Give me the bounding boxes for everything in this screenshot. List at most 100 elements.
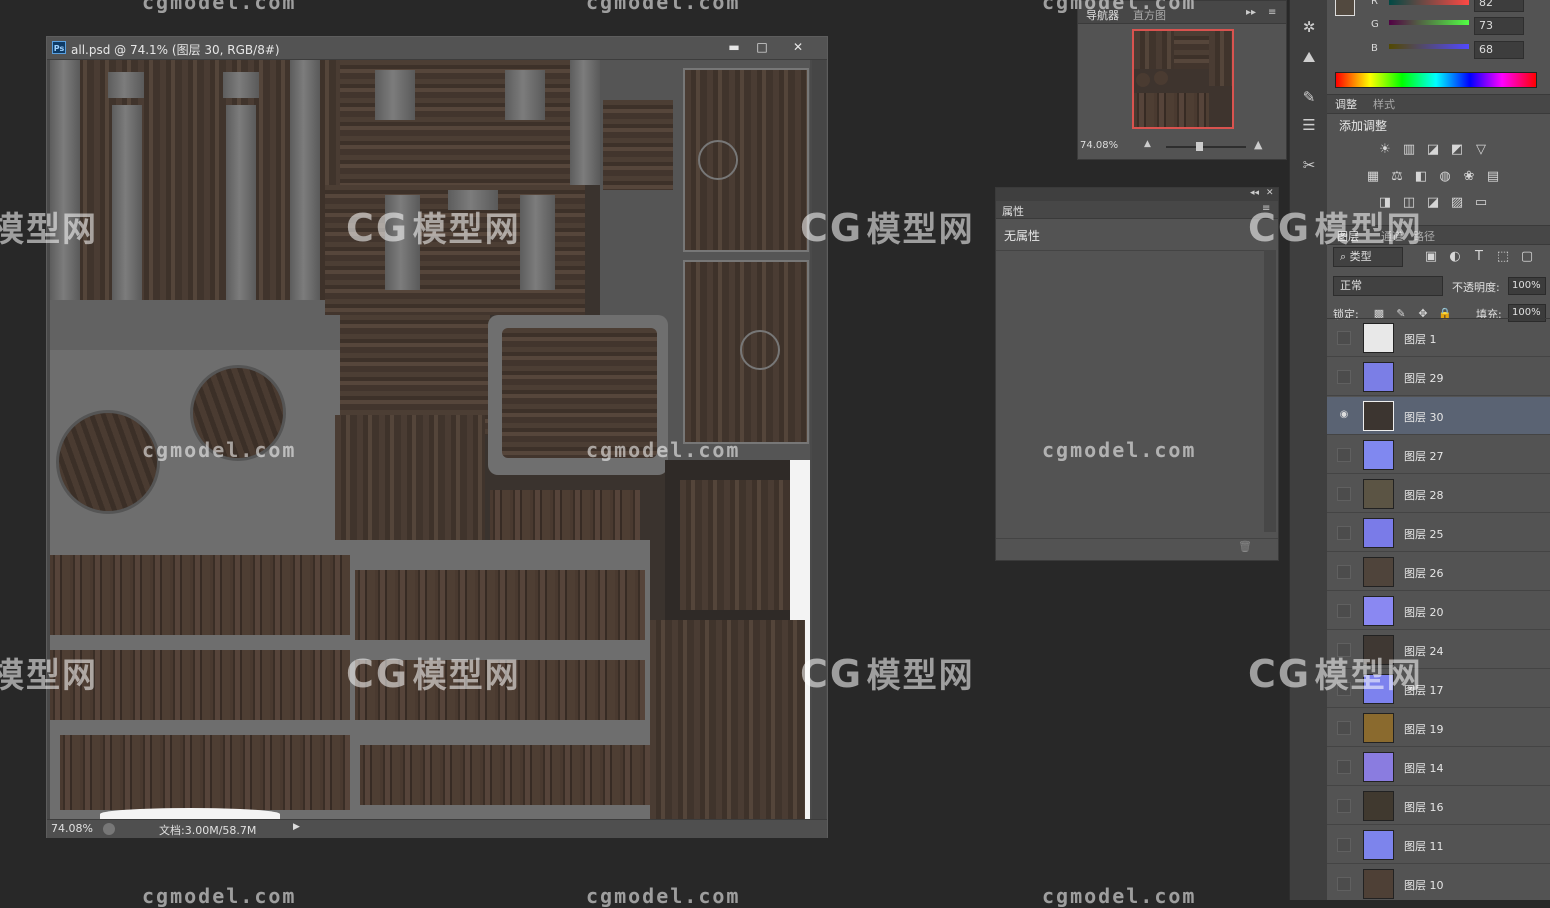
hue-saturation-icon[interactable]: ▦ <box>1365 170 1381 184</box>
visibility-toggle-icon[interactable] <box>1337 565 1351 579</box>
blue-value[interactable]: 68 <box>1474 41 1524 59</box>
layer-name[interactable]: 图层 19 <box>1404 721 1444 737</box>
selective-color-icon[interactable]: ▭ <box>1473 196 1489 210</box>
layer-name[interactable]: 图层 26 <box>1404 565 1444 581</box>
black-white-icon[interactable]: ◧ <box>1413 170 1429 184</box>
red-value[interactable]: 82 <box>1474 0 1524 12</box>
layer-row[interactable]: 图层 27 <box>1327 436 1550 474</box>
foreground-color-swatch[interactable] <box>1335 0 1355 16</box>
layer-row[interactable]: 图层 1 <box>1327 319 1550 357</box>
levels-icon[interactable]: ▥ <box>1401 143 1417 157</box>
document-window[interactable]: Ps all.psd @ 74.1% (图层 30, RGB/8#) ▬ □ ✕ <box>46 36 828 838</box>
layer-thumbnail[interactable] <box>1363 791 1394 821</box>
visibility-toggle-icon[interactable] <box>1337 370 1351 384</box>
layer-thumbnail[interactable] <box>1363 518 1394 548</box>
filter-pixel-icon[interactable]: ▣ <box>1423 250 1439 264</box>
layer-thumbnail[interactable] <box>1363 440 1394 470</box>
tab-navigator[interactable]: 导航器 <box>1086 7 1119 23</box>
curves-icon[interactable]: ◪ <box>1425 143 1441 157</box>
status-arrow-icon[interactable]: ▶ <box>293 822 300 832</box>
navigator-zoom[interactable]: 74.08% <box>1080 140 1118 151</box>
properties-panel[interactable]: ◂◂ ✕ 属性 ≡ 无属性 🗑 <box>995 187 1279 561</box>
trash-icon[interactable]: 🗑 <box>1238 540 1252 553</box>
layer-name[interactable]: 图层 30 <box>1404 409 1444 425</box>
navigator-preview[interactable] <box>1132 29 1234 129</box>
tab-properties[interactable]: 属性 <box>1002 203 1024 219</box>
texture-canvas[interactable] <box>50 60 810 820</box>
layer-thumbnail[interactable] <box>1363 362 1394 392</box>
layer-row[interactable]: 图层 11 <box>1327 826 1550 864</box>
zoom-slider[interactable] <box>1166 146 1246 148</box>
layer-row[interactable]: 图层 20 <box>1327 592 1550 630</box>
layer-name[interactable]: 图层 29 <box>1404 370 1444 386</box>
visibility-toggle-icon[interactable] <box>1337 799 1351 813</box>
visibility-toggle-icon[interactable] <box>1337 838 1351 852</box>
blue-slider[interactable] <box>1389 44 1469 49</box>
red-slider[interactable] <box>1389 0 1469 5</box>
layer-thumbnail[interactable] <box>1363 596 1394 626</box>
filter-adjustment-icon[interactable]: ◐ <box>1447 250 1463 264</box>
vertical-scrollbar[interactable] <box>812 60 826 820</box>
layer-row[interactable]: 图层 29 <box>1327 358 1550 396</box>
color-wheel-icon[interactable]: ✲ <box>1300 18 1318 36</box>
layer-thumbnail[interactable] <box>1363 713 1394 743</box>
layer-thumbnail[interactable] <box>1363 869 1394 899</box>
filter-text-icon[interactable]: T <box>1471 250 1487 264</box>
exposure-icon[interactable]: ◩ <box>1449 143 1465 157</box>
histogram-icon[interactable]: ⛰ <box>1300 48 1318 66</box>
layer-row[interactable]: 图层 16 <box>1327 787 1550 825</box>
panel-menu-icon[interactable]: ≡ <box>1268 7 1276 18</box>
visibility-toggle-icon[interactable] <box>1337 526 1351 540</box>
layer-row[interactable]: 图层 28 <box>1327 475 1550 513</box>
gradient-map-icon[interactable]: ▨ <box>1449 196 1465 210</box>
visibility-toggle-icon[interactable] <box>1337 721 1351 735</box>
layer-row[interactable]: 图层 26 <box>1327 553 1550 591</box>
blend-mode-dropdown[interactable]: 正常 <box>1333 276 1443 296</box>
opacity-input[interactable]: 100% <box>1508 277 1546 295</box>
layer-name[interactable]: 图层 14 <box>1404 760 1444 776</box>
layer-thumbnail[interactable] <box>1363 752 1394 782</box>
brightness-icon[interactable]: ☀ <box>1377 143 1393 157</box>
zoom-level[interactable]: 74.08% <box>51 822 93 835</box>
zoom-slider-thumb[interactable] <box>1196 142 1203 151</box>
photo-filter-icon[interactable]: ◍ <box>1437 170 1453 184</box>
layer-thumbnail[interactable] <box>1363 830 1394 860</box>
tab-styles[interactable]: 样式 <box>1373 96 1395 112</box>
close-button[interactable]: ✕ <box>787 39 809 55</box>
visibility-toggle-icon[interactable] <box>1337 448 1351 462</box>
filter-shape-icon[interactable]: ⬚ <box>1495 250 1511 264</box>
layer-row[interactable]: 图层 19 <box>1327 709 1550 747</box>
color-lookup-icon[interactable]: ▤ <box>1485 170 1501 184</box>
layer-thumbnail[interactable] <box>1363 401 1394 431</box>
layer-name[interactable]: 图层 11 <box>1404 838 1444 854</box>
collapse-icon[interactable]: ▸▸ <box>1246 7 1256 18</box>
tab-adjustments[interactable]: 调整 <box>1335 96 1357 112</box>
minimize-button[interactable]: ▬ <box>723 39 745 55</box>
layer-row[interactable]: 图层 10 <box>1327 865 1550 901</box>
collapse-icon[interactable]: ◂◂ <box>1250 188 1259 198</box>
threshold-icon[interactable]: ◪ <box>1425 196 1441 210</box>
layer-name[interactable]: 图层 28 <box>1404 487 1444 503</box>
layer-name[interactable]: 图层 16 <box>1404 799 1444 815</box>
layer-row[interactable]: ◉ 图层 30 <box>1327 397 1550 435</box>
maximize-button[interactable]: □ <box>751 39 773 55</box>
green-slider[interactable] <box>1389 20 1469 25</box>
green-value[interactable]: 73 <box>1474 17 1524 35</box>
tab-histogram[interactable]: 直方图 <box>1133 7 1166 23</box>
layer-name[interactable]: 图层 20 <box>1404 604 1444 620</box>
layer-thumbnail[interactable] <box>1363 323 1394 353</box>
layer-row[interactable]: 图层 14 <box>1327 748 1550 786</box>
visibility-toggle-icon[interactable] <box>1337 760 1351 774</box>
zoom-out-icon[interactable]: ▲ <box>1144 139 1151 149</box>
adjust-sliders-icon[interactable]: ☰ <box>1300 116 1318 134</box>
visibility-toggle-icon[interactable] <box>1337 604 1351 618</box>
layer-thumbnail[interactable] <box>1363 479 1394 509</box>
brush-icon[interactable]: ✎ <box>1300 88 1318 106</box>
channel-mixer-icon[interactable]: ❀ <box>1461 170 1477 184</box>
layer-name[interactable]: 图层 25 <box>1404 526 1444 542</box>
layer-list[interactable]: 图层 1 图层 29 ◉ 图层 30 图层 27 图层 28 图层 25 图层 26 图层 20… <box>1327 318 1550 901</box>
visibility-toggle-icon[interactable] <box>1337 877 1351 891</box>
zoom-in-icon[interactable]: ▲ <box>1254 138 1262 151</box>
layer-thumbnail[interactable] <box>1363 557 1394 587</box>
layer-row[interactable]: 图层 25 <box>1327 514 1550 552</box>
